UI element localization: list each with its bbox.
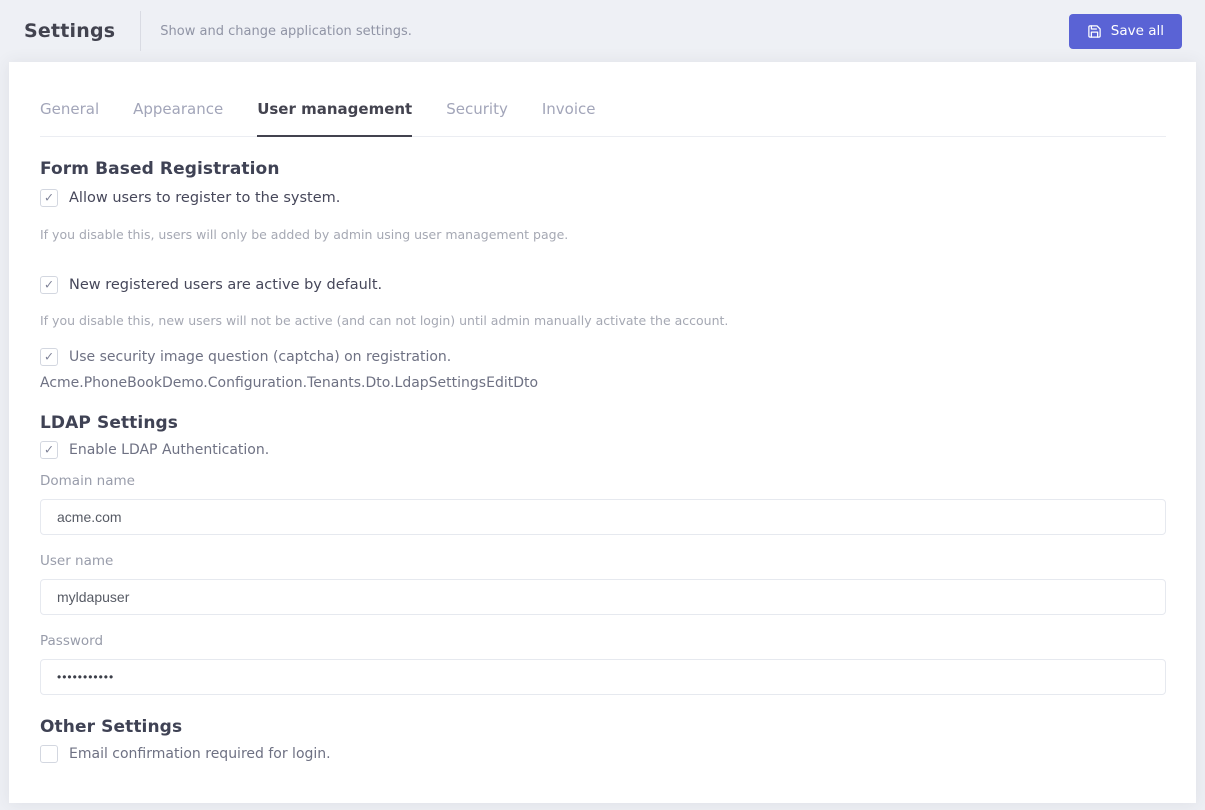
allow-register-row: Allow users to register to the system. xyxy=(40,189,1166,207)
settings-tab-bar: General Appearance User management Secur… xyxy=(40,100,1166,137)
new-users-active-hint: If you disable this, new users will not … xyxy=(40,313,729,328)
user-name-input[interactable] xyxy=(40,579,1166,615)
enable-ldap-row: Enable LDAP Authentication. xyxy=(40,441,1166,459)
user-name-field: User name xyxy=(40,553,1166,615)
page-subtitle: Show and change application settings. xyxy=(160,23,412,39)
title-divider xyxy=(140,11,142,51)
captcha-checkbox[interactable] xyxy=(40,348,58,366)
new-users-active-checkbox[interactable] xyxy=(40,276,58,294)
floppy-disk-icon xyxy=(1087,24,1102,39)
section-title-form-based-registration: Form Based Registration xyxy=(40,159,280,179)
new-users-active-row: New registered users are active by defau… xyxy=(40,276,1166,294)
page-title: Settings xyxy=(24,20,116,42)
settings-card: General Appearance User management Secur… xyxy=(9,62,1196,803)
password-input[interactable] xyxy=(40,659,1166,695)
tab-appearance[interactable]: Appearance xyxy=(133,100,223,137)
domain-name-input[interactable] xyxy=(40,499,1166,535)
tab-invoice[interactable]: Invoice xyxy=(542,100,596,137)
save-all-label: Save all xyxy=(1110,23,1164,39)
section-title-ldap-settings: LDAP Settings xyxy=(40,413,179,433)
email-confirmation-checkbox[interactable] xyxy=(40,745,58,763)
password-label: Password xyxy=(40,633,104,649)
tab-user-management[interactable]: User management xyxy=(257,100,413,137)
new-users-active-label[interactable]: New registered users are active by defau… xyxy=(69,277,382,293)
ldap-dto-class-text: Acme.PhoneBookDemo.Configuration.Tenants… xyxy=(40,375,539,391)
password-field: Password xyxy=(40,633,1166,695)
captcha-row: Use security image question (captcha) on… xyxy=(40,348,1166,366)
email-confirmation-label[interactable]: Email confirmation required for login. xyxy=(69,746,331,762)
allow-register-hint: If you disable this, users will only be … xyxy=(40,227,569,242)
email-confirmation-row: Email confirmation required for login. xyxy=(40,745,1166,763)
section-title-other-settings: Other Settings xyxy=(40,717,183,737)
allow-register-checkbox[interactable] xyxy=(40,189,58,207)
top-header-bar: Settings Show and change application set… xyxy=(0,0,1205,62)
enable-ldap-label[interactable]: Enable LDAP Authentication. xyxy=(69,442,269,458)
captcha-label[interactable]: Use security image question (captcha) on… xyxy=(69,349,451,365)
user-name-label: User name xyxy=(40,553,114,569)
domain-name-field: Domain name xyxy=(40,473,1166,535)
save-all-button[interactable]: Save all xyxy=(1068,13,1182,49)
domain-name-label: Domain name xyxy=(40,473,135,489)
tab-security[interactable]: Security xyxy=(446,100,508,137)
enable-ldap-checkbox[interactable] xyxy=(40,441,58,459)
allow-register-label[interactable]: Allow users to register to the system. xyxy=(69,190,340,206)
tab-general[interactable]: General xyxy=(40,100,99,137)
